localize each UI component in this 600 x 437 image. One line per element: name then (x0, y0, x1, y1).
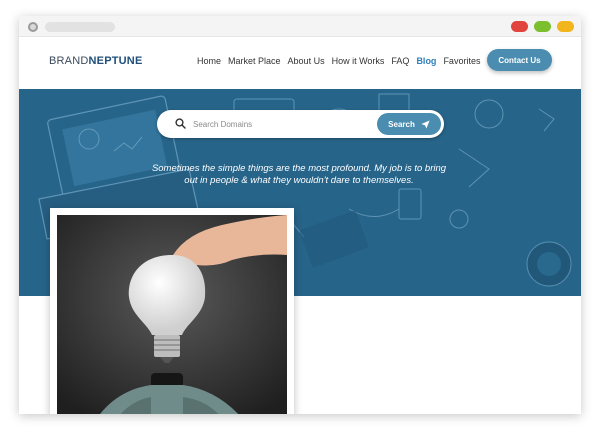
menu-item-faq[interactable]: FAQ (391, 55, 409, 67)
traffic-light-red[interactable] (511, 21, 528, 32)
browser-menu-icon[interactable] (28, 22, 38, 32)
paper-plane-icon (421, 119, 430, 129)
search-domains-input[interactable] (193, 116, 373, 132)
menu-item-market-place[interactable]: Market Place (228, 55, 281, 67)
search-button[interactable]: Search (377, 113, 441, 135)
menu-item-home[interactable]: Home (197, 55, 221, 67)
hero-quote-line-1: Sometimes the simple things are the most… (151, 163, 447, 174)
address-bar[interactable] (45, 22, 115, 32)
domain-search-bar: Search (157, 110, 444, 138)
traffic-light-yellow[interactable] (557, 21, 574, 32)
menu-item-how-it-works[interactable]: How it Works (332, 55, 385, 67)
search-icon (175, 118, 186, 129)
main-menu: Home Market Place About Us How it Works … (197, 55, 487, 67)
hero-quote: Sometimes the simple things are the most… (149, 163, 449, 187)
contact-us-button[interactable]: Contact Us (487, 49, 552, 71)
menu-item-favorites[interactable]: Favorites (443, 55, 480, 67)
brand-logo[interactable]: BRANDNEPTUNE (49, 55, 142, 67)
search-button-label: Search (388, 119, 415, 129)
lightbulb-image (57, 215, 287, 414)
logo-part-brand: BRAND (49, 55, 89, 67)
logo-part-neptune: NEPTUNE (88, 55, 143, 67)
bulb-base (154, 335, 180, 357)
menu-item-about-us[interactable]: About Us (288, 55, 325, 67)
menu-item-blog[interactable]: Blog (416, 55, 436, 67)
traffic-light-green[interactable] (534, 21, 551, 32)
browser-window: BRANDNEPTUNE Home Market Place About Us … (19, 16, 581, 414)
browser-chrome (19, 16, 581, 37)
site-header: BRANDNEPTUNE Home Market Place About Us … (19, 37, 581, 89)
hero-quote-line-2: out in people & what they wouldn't dare … (184, 175, 414, 186)
featured-photo-card (50, 208, 294, 414)
lightbulb-photo (57, 215, 287, 414)
